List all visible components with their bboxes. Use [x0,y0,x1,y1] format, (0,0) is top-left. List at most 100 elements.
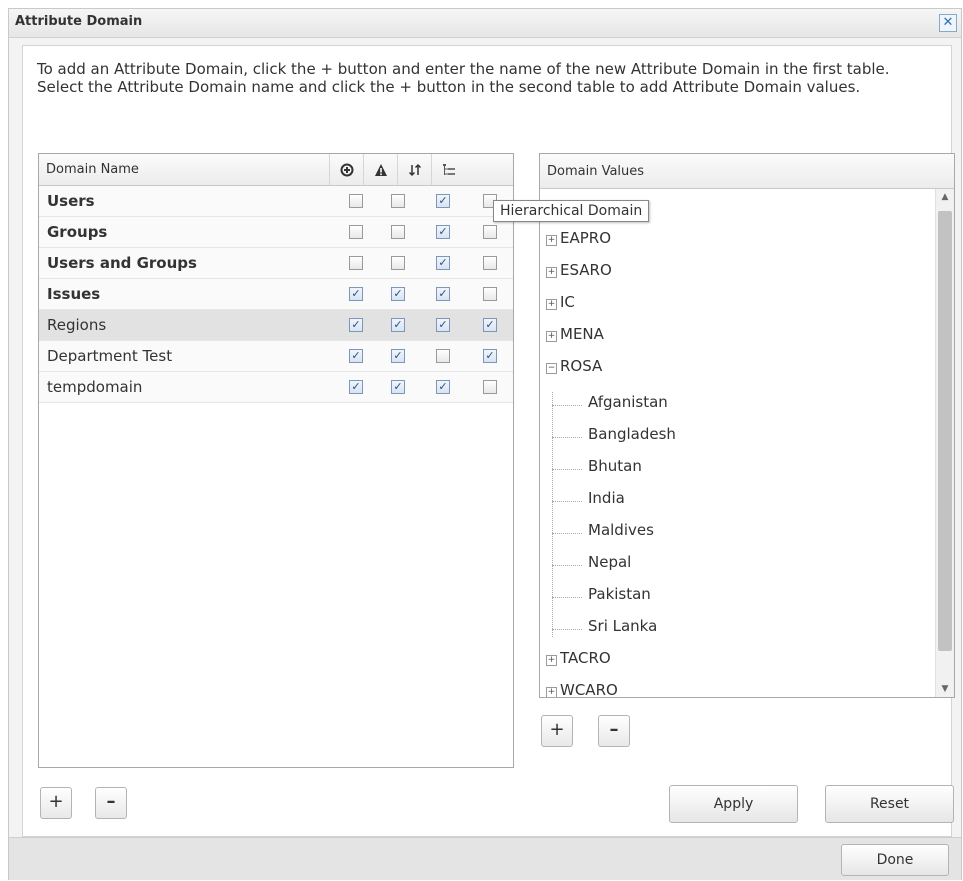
tree-node[interactable]: − ROSA [546,357,602,381]
tree-connector [552,533,582,534]
row-checkbox[interactable] [391,256,405,270]
tree-node-label: ESARO [560,261,612,279]
domain-name-cell: Users and Groups [47,254,197,272]
row-checkbox[interactable]: ✓ [349,287,363,301]
row-checkbox[interactable] [483,225,497,239]
apply-button[interactable]: Apply [669,785,798,823]
table-row[interactable]: Regions ✓ ✓ ✓ ✓ [39,310,513,341]
remove-value-button[interactable]: – [598,715,630,747]
tree-leaf[interactable]: Afganistan [588,393,668,417]
row-checkbox[interactable] [349,225,363,239]
row-checkbox[interactable] [483,256,497,270]
add-value-button[interactable]: + [541,715,573,747]
expand-icon[interactable]: + [546,331,557,342]
remove-domain-button[interactable]: – [95,787,127,819]
tree-leaf[interactable]: Sri Lanka [588,617,657,641]
done-button[interactable]: Done [841,844,949,876]
tree-connector [552,629,582,630]
row-checkbox[interactable]: ✓ [436,287,450,301]
tree-node[interactable]: + WCARO [546,681,618,697]
tree-leaf[interactable]: Pakistan [588,585,651,609]
scroll-up-icon[interactable]: ▲ [936,189,954,205]
table-row[interactable]: Groups ✓ [39,217,513,248]
row-checkbox[interactable]: ✓ [436,256,450,270]
row-checkbox[interactable]: ✓ [349,318,363,332]
table-row[interactable]: tempdomain ✓ ✓ ✓ [39,372,513,403]
warning-icon [363,154,398,185]
attribute-domain-dialog: Attribute Domain ✕ To add an Attribute D… [8,8,962,880]
domain-values-panel: Domain Values + EAPRO + ESARO + IC + MENA − R… [539,153,955,698]
tree-leaf[interactable]: Bangladesh [588,425,676,449]
tree-leaf[interactable]: Maldives [588,521,654,545]
domain-name-cell: tempdomain [47,378,143,396]
domain-values-header-bar: Domain Values [540,154,954,189]
row-checkbox[interactable] [391,225,405,239]
scroll-down-icon[interactable]: ▼ [936,681,954,697]
row-checkbox[interactable]: ✓ [391,287,405,301]
table-row[interactable]: Department Test ✓ ✓ ✓ [39,341,513,372]
tree-leaf[interactable]: Nepal [588,553,631,577]
scroll-thumb[interactable] [938,211,952,651]
row-checkbox[interactable]: ✓ [483,318,497,332]
table-row[interactable]: Users ✓ [39,186,513,217]
row-checkbox[interactable]: ✓ [349,380,363,394]
instructions-text: To add an Attribute Domain, click the + … [37,60,890,96]
dialog-titlebar: Attribute Domain ✕ [9,9,961,38]
table-row[interactable]: Users and Groups ✓ [39,248,513,279]
tree-node-label: IC [560,293,575,311]
expand-icon[interactable]: + [546,235,557,246]
tree-connector [552,405,582,406]
tree-node[interactable]: + IC [546,293,575,317]
row-checkbox[interactable]: ✓ [436,318,450,332]
add-domain-button[interactable]: + [40,787,72,819]
tree-node[interactable]: + MENA [546,325,604,349]
domain-name-cell: Users [47,192,95,210]
row-checkbox[interactable] [483,287,497,301]
row-checkbox[interactable] [349,256,363,270]
row-checkbox[interactable] [391,194,405,208]
row-checkbox[interactable]: ✓ [483,349,497,363]
tree-connector [552,469,582,470]
row-checkbox[interactable] [436,349,450,363]
row-checkbox[interactable]: ✓ [349,349,363,363]
domain-table-header: Domain Name [39,154,513,186]
domain-values-tree: + EAPRO + ESARO + IC + MENA − ROSA Afganistan… [540,189,934,697]
domain-name-cell: Regions [47,316,107,334]
expand-icon[interactable]: + [546,267,557,278]
row-checkbox[interactable]: ✓ [436,380,450,394]
tree-leaf[interactable]: India [588,489,625,513]
row-checkbox[interactable]: ✓ [391,318,405,332]
row-checkbox[interactable]: ✓ [391,349,405,363]
expand-icon[interactable]: + [546,687,557,697]
domain-name-cell: Issues [47,285,101,303]
dialog-title: Attribute Domain [15,14,143,29]
row-checkbox[interactable] [483,380,497,394]
tree-node-label: MENA [560,325,604,343]
domain-name-table: Domain Name Users ✓ Groups ✓ Users and G… [38,153,514,768]
tree-scrollbar[interactable]: ▲ ▼ [935,189,954,697]
expand-icon[interactable]: + [546,299,557,310]
sort-icon [397,154,432,185]
table-row[interactable]: Issues ✓ ✓ ✓ [39,279,513,310]
row-checkbox[interactable]: ✓ [391,380,405,394]
expand-icon[interactable]: + [546,655,557,666]
close-button[interactable]: ✕ [939,14,957,32]
tree-leaf[interactable]: Bhutan [588,457,642,481]
collapse-icon[interactable]: − [546,363,557,374]
row-checkbox[interactable] [349,194,363,208]
domain-name-cell: Groups [47,223,108,241]
tree-node[interactable]: + TACRO [546,649,611,673]
tree-node-label: EAPRO [560,229,612,247]
tree-node[interactable]: + ESARO [546,261,612,285]
row-checkbox[interactable]: ✓ [436,225,450,239]
row-checkbox[interactable]: ✓ [436,194,450,208]
tree-connector [552,597,582,598]
domain-name-header: Domain Name [46,162,139,177]
tree-node[interactable]: + EAPRO [546,229,611,253]
reset-button[interactable]: Reset [825,785,954,823]
tree-connector [552,392,553,637]
hierarchical-domain-tooltip: Hierarchical Domain [493,200,650,222]
tree-node-label: ROSA [560,357,603,375]
domain-values-header: Domain Values [547,164,645,179]
tree-connector [552,501,582,502]
